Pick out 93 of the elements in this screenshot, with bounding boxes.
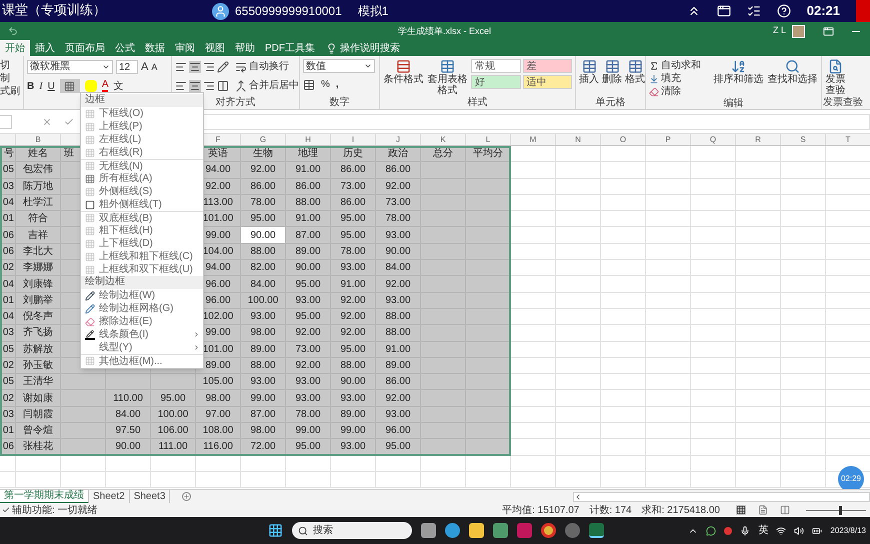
column-header[interactable]: H bbox=[286, 134, 331, 145]
menu-item[interactable]: 上框线(P) bbox=[81, 120, 203, 133]
cells-button[interactable]: 删除 bbox=[602, 59, 622, 85]
phonetic-button[interactable]: 文 bbox=[113, 78, 124, 94]
menu-heading: 边框 bbox=[81, 94, 203, 107]
editing-button[interactable]: 清除 bbox=[661, 85, 681, 98]
clipboard-button[interactable]: 切 bbox=[0, 59, 20, 72]
group-label: 单元格 bbox=[596, 98, 626, 108]
group-label: 数字 bbox=[330, 98, 350, 108]
underline-button[interactable]: U bbox=[48, 78, 55, 94]
ribbon-tab[interactable]: PDF工具集 bbox=[260, 40, 320, 56]
merge-center-button[interactable]: 合并后居中 bbox=[249, 78, 299, 93]
accessibility-status[interactable]: 辅助功能: 一切就绪 bbox=[12, 502, 98, 518]
ribbon-tab[interactable]: 插入 bbox=[30, 40, 60, 56]
table-cell: 72.00 bbox=[241, 439, 286, 456]
clock: 02:21 bbox=[806, 2, 840, 20]
menu-item[interactable]: 无框线(N) bbox=[81, 159, 203, 172]
italic-button[interactable]: I bbox=[39, 78, 43, 94]
number-format-field[interactable]: 数值 bbox=[303, 59, 375, 73]
sort-filter-button[interactable]: 排序和筛选 bbox=[713, 59, 764, 85]
column-header[interactable]: J bbox=[376, 134, 421, 145]
table-cell: 90.00 bbox=[106, 439, 151, 456]
sum-value: 求和: 2175418.00 bbox=[642, 504, 720, 518]
column-header[interactable]: K bbox=[421, 134, 466, 145]
bold-button[interactable]: B bbox=[27, 78, 34, 94]
cells-button[interactable]: 格式 bbox=[625, 59, 645, 85]
shrink-font-button[interactable]: A bbox=[151, 60, 158, 74]
column-header[interactable]: L bbox=[466, 134, 511, 145]
ribbon-tab[interactable]: 页面布局 bbox=[60, 40, 110, 56]
column-header[interactable]: N bbox=[556, 134, 601, 145]
menu-item[interactable]: 下框线(O) bbox=[81, 107, 203, 120]
group-label: 发票查验 bbox=[823, 98, 863, 108]
ribbon-tab[interactable]: 帮助 bbox=[230, 40, 260, 56]
ribbon-tab[interactable]: 开始 bbox=[0, 40, 30, 56]
column-header[interactable]: Q bbox=[691, 134, 736, 145]
ribbon-tab[interactable]: 视图 bbox=[200, 40, 230, 56]
input-method[interactable]: 英 bbox=[758, 523, 768, 538]
cell-style[interactable]: 好 bbox=[471, 75, 520, 89]
cell-style[interactable]: 常规 bbox=[471, 59, 520, 73]
menu-item[interactable]: 其他边框(M)... bbox=[81, 354, 203, 367]
format-table-button[interactable]: 套用表格格式 bbox=[427, 59, 468, 96]
user-initials: Z L bbox=[772, 24, 786, 38]
cells-button[interactable]: 插入 bbox=[579, 59, 599, 85]
average-value: 平均值: 15107.07 bbox=[502, 504, 580, 518]
column-header[interactable]: S bbox=[781, 134, 826, 145]
clipboard-button[interactable]: 制 bbox=[0, 72, 20, 85]
table-cell: 93.00 bbox=[331, 439, 376, 456]
ribbon-tab[interactable]: 公式 bbox=[110, 40, 140, 56]
grow-font-button[interactable]: A bbox=[141, 59, 148, 76]
mode-label: 模拟1 bbox=[358, 3, 388, 20]
cell-style[interactable]: 适中 bbox=[522, 75, 572, 89]
table-cell: 116.00 bbox=[196, 439, 241, 456]
menu-item[interactable]: 双底框线(B) bbox=[81, 211, 203, 224]
editing-button[interactable]: 自动求和 bbox=[661, 59, 701, 72]
editing-button[interactable]: 填充 bbox=[661, 72, 681, 85]
sheet-tab[interactable]: 第一学期期末成绩 bbox=[0, 490, 89, 504]
font-name-field[interactable]: 微软雅黑 bbox=[27, 60, 113, 74]
app-title: 课堂（专项训练） bbox=[1, 2, 106, 20]
column-header[interactable]: G bbox=[241, 134, 286, 145]
column-header[interactable]: R bbox=[736, 134, 781, 145]
font-size-field[interactable]: 12 bbox=[116, 60, 138, 74]
find-select-button[interactable]: 查找和选择 bbox=[767, 59, 818, 85]
group-label: 编辑 bbox=[724, 98, 744, 108]
comma-button[interactable]: , bbox=[336, 77, 339, 92]
account-number: 6550999999910001 bbox=[235, 3, 342, 20]
table-cell: 111.00 bbox=[151, 439, 196, 456]
column-header[interactable]: P bbox=[646, 134, 691, 145]
group-label: 对齐方式 bbox=[216, 98, 256, 108]
table-cell: 95.00 bbox=[286, 439, 331, 456]
menu-heading: 绘制边框 bbox=[81, 276, 203, 289]
percent-button[interactable]: % bbox=[321, 77, 330, 92]
tell-me-search[interactable]: 操作说明搜索 bbox=[340, 40, 400, 56]
ribbon-tab[interactable]: 审阅 bbox=[170, 40, 200, 56]
column-header[interactable]: B bbox=[16, 134, 61, 145]
count-value: 计数: 174 bbox=[589, 504, 632, 518]
ribbon-tab[interactable]: 数据 bbox=[140, 40, 170, 56]
invoice-check-button[interactable]: 发票查验 bbox=[825, 59, 846, 96]
wrap-text-button[interactable]: 自动换行 bbox=[249, 59, 289, 74]
window-title: 学生成绩单.xlsx - Excel bbox=[398, 25, 492, 38]
cell-style[interactable]: 差 bbox=[522, 59, 572, 73]
group-label: 样式 bbox=[468, 98, 488, 108]
table-cell: 90.00 bbox=[241, 227, 286, 244]
table-cell: 95.00 bbox=[376, 439, 421, 456]
timer-badge: 02:29 bbox=[838, 466, 864, 489]
table-cell: 张桂花 bbox=[16, 439, 61, 456]
conditional-format-button[interactable]: 条件格式 bbox=[383, 59, 424, 85]
column-header[interactable]: M bbox=[511, 134, 556, 145]
column-header[interactable]: T bbox=[826, 134, 870, 145]
column-header[interactable]: I bbox=[331, 134, 376, 145]
clipboard-button[interactable]: 式刷 bbox=[0, 85, 20, 98]
taskbar-search[interactable]: 搜索 bbox=[292, 522, 412, 539]
taskbar-date: 2023/8/13 bbox=[830, 524, 866, 536]
column-header[interactable]: O bbox=[601, 134, 646, 145]
